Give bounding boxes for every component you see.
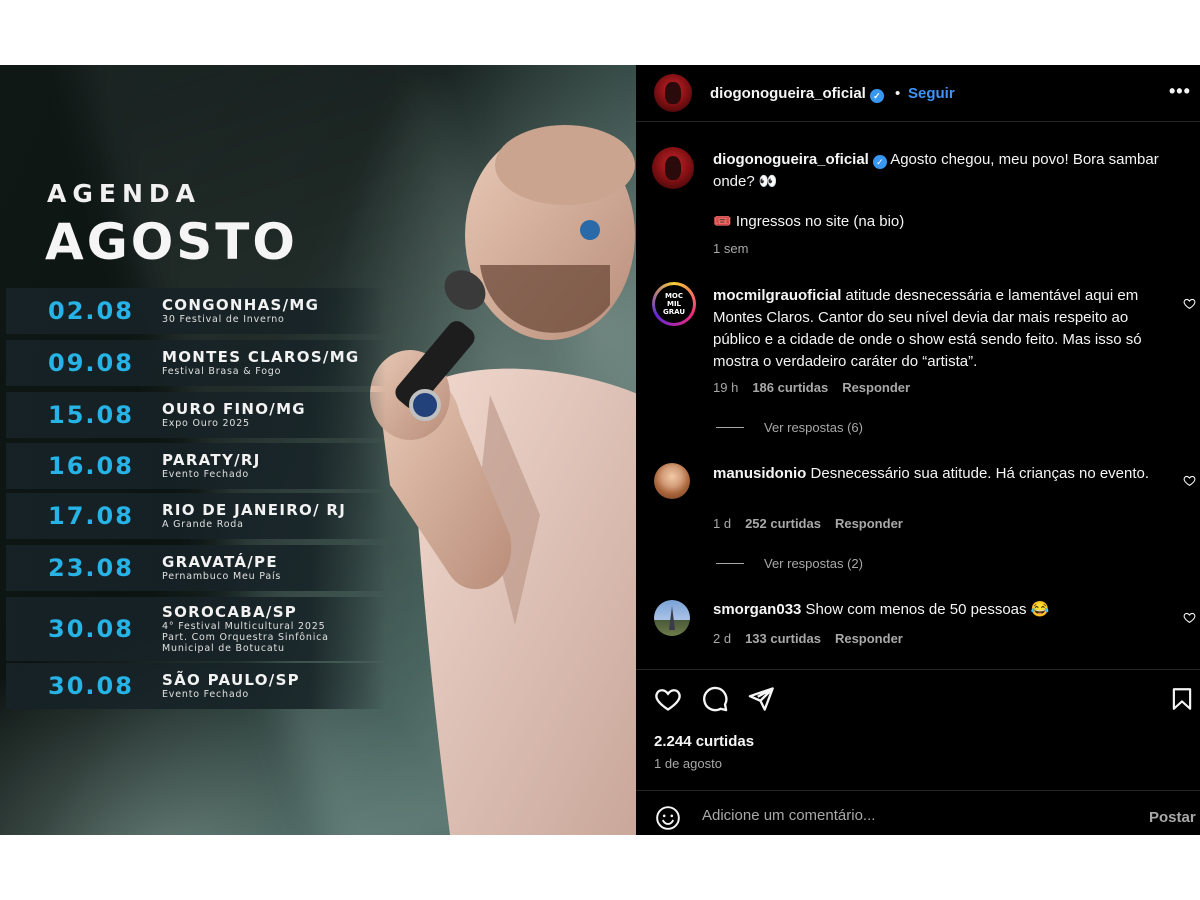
tour-date-row: 16.08 PARATY/RJ Evento Fechado	[6, 443, 386, 489]
tour-date-row: 09.08 MONTES CLAROS/MG Festival Brasa & …	[6, 340, 386, 386]
comment-reply-button[interactable]: Responder	[835, 516, 903, 531]
comment-meta: 2 d 133 curtidas Responder	[713, 631, 903, 646]
tour-city: CONGONHAS/MG	[162, 296, 320, 314]
post-details-panel: diogonogueira_oficial ✓ • Seguir ••• diog…	[636, 65, 1200, 835]
author-avatar[interactable]	[654, 74, 692, 112]
follow-button[interactable]: Seguir	[908, 85, 955, 102]
tour-date: 02.08	[48, 297, 134, 325]
comment-username[interactable]: smorgan033	[713, 601, 801, 618]
replies-line	[716, 563, 744, 564]
separator-dot: •	[895, 85, 901, 102]
comment-username[interactable]: manusidonio	[713, 465, 806, 482]
comment-like-heart-icon[interactable]	[1183, 297, 1196, 310]
tour-detail: Festival Brasa & Fogo	[162, 366, 282, 377]
tour-date-row: 02.08 CONGONHAS/MG 30 Festival de Invern…	[6, 288, 386, 334]
view-replies-button[interactable]: Ver respostas (6)	[716, 420, 863, 435]
verified-badge-icon: ✓	[869, 89, 884, 103]
tour-date: 30.08	[48, 615, 134, 643]
comment-text: manusidonio Desnecessário sua atitude. H…	[713, 463, 1175, 485]
replies-line	[716, 427, 744, 428]
tour-city: RIO DE JANEIRO/ RJ	[162, 501, 347, 519]
tour-city: OURO FINO/MG	[162, 400, 306, 418]
actions-divider	[636, 669, 1200, 670]
comment-likes[interactable]: 186 curtidas	[752, 380, 828, 395]
tour-date: 16.08	[48, 452, 134, 480]
tour-date: 30.08	[48, 672, 134, 700]
header-username-link[interactable]: diogonogueira_oficial ✓	[710, 85, 884, 103]
comment-like-heart-icon[interactable]	[1183, 611, 1196, 624]
caption-avatar[interactable]	[652, 147, 694, 189]
post-date[interactable]: 1 de agosto	[654, 756, 722, 771]
caption-line-tickets: 🎟️ Ingressos no site (na bio)	[713, 213, 905, 230]
tour-date: 23.08	[48, 554, 134, 582]
comment-reply-button[interactable]: Responder	[835, 631, 903, 646]
comment-avatar[interactable]	[654, 463, 690, 499]
caption-text: diogonogueira_oficial ✓ Agosto chegou, me…	[713, 149, 1163, 193]
comment-time[interactable]: 1 d	[713, 516, 731, 531]
comment-time[interactable]: 19 h	[713, 380, 738, 395]
comment-meta: 19 h 186 curtidas Responder	[713, 380, 910, 395]
comment-avatar[interactable]: MOC MIL GRAU	[652, 282, 696, 326]
tour-detail: Pernambuco Meu País	[162, 571, 282, 582]
caption-username[interactable]: diogonogueira_oficial	[713, 151, 869, 168]
view-replies-label[interactable]: Ver respostas (2)	[764, 556, 863, 571]
comment-body: Show com menos de 50 pessoas 😂	[805, 601, 1050, 618]
tour-city: SÃO PAULO/SP	[162, 671, 300, 689]
tour-detail: 4° Festival Multicultural 2025	[162, 621, 326, 632]
comment-bubble-icon[interactable]	[701, 685, 729, 713]
comment-body: Desnecessário sua atitude. Há crianças n…	[810, 465, 1150, 482]
tour-date: 17.08	[48, 502, 134, 530]
tour-date-row: 15.08 OURO FINO/MG Expo Ouro 2025	[6, 392, 386, 438]
tour-date-row: 17.08 RIO DE JANEIRO/ RJ A Grande Roda	[6, 493, 386, 539]
comment-time[interactable]: 2 d	[713, 631, 731, 646]
comment-text: smorgan033 Show com menos de 50 pessoas …	[713, 599, 1175, 621]
verified-badge-icon: ✓	[872, 155, 887, 169]
view-replies-label[interactable]: Ver respostas (6)	[764, 420, 863, 435]
comment-input[interactable]	[700, 806, 1124, 825]
tour-date-row: 30.08 SOROCABA/SP 4° Festival Multicultu…	[6, 597, 386, 661]
tour-date: 09.08	[48, 349, 134, 377]
comment-like-heart-icon[interactable]	[1183, 474, 1196, 487]
comment-likes[interactable]: 252 curtidas	[745, 516, 821, 531]
post-likes-count[interactable]: 2.244 curtidas	[654, 733, 754, 750]
tour-date: 15.08	[48, 401, 134, 429]
save-bookmark-icon[interactable]	[1169, 685, 1195, 713]
tour-detail: Municipal de Botucatu	[162, 643, 285, 654]
tour-date-row: 23.08 GRAVATÁ/PE Pernambuco Meu País	[6, 545, 386, 591]
tour-city: MONTES CLAROS/MG	[162, 348, 360, 366]
post-image[interactable]: AGENDA AGOSTO 02.08 CONGONHAS/MG 30 Fest…	[0, 65, 636, 835]
comment-username[interactable]: mocmilgrauoficial	[713, 287, 841, 304]
more-options-icon[interactable]: •••	[1169, 81, 1191, 102]
header-username[interactable]: diogonogueira_oficial	[710, 85, 866, 102]
comment-text: mocmilgrauoficial atitude desnecessária …	[713, 285, 1175, 373]
comment-meta: 1 d 252 curtidas Responder	[713, 516, 903, 531]
poster-title-month: AGOSTO	[45, 213, 298, 271]
tour-detail: Part. Com Orquestra Sinfônica	[162, 632, 329, 643]
comment-box-divider	[636, 790, 1200, 791]
comment-avatar-logo: MOC MIL GRAU	[662, 292, 686, 316]
tour-city: GRAVATÁ/PE	[162, 553, 278, 571]
tour-city: SOROCABA/SP	[162, 603, 298, 621]
post-comment-button[interactable]: Postar	[1149, 809, 1196, 826]
tour-detail: A Grande Roda	[162, 519, 244, 530]
tour-city: PARATY/RJ	[162, 451, 261, 469]
view-replies-button[interactable]: Ver respostas (2)	[716, 556, 863, 571]
tour-detail: Evento Fechado	[162, 689, 249, 700]
emoji-icon[interactable]	[655, 805, 681, 831]
tour-detail: Evento Fechado	[162, 469, 249, 480]
poster-title-agenda: AGENDA	[47, 179, 201, 208]
comment-likes[interactable]: 133 curtidas	[745, 631, 821, 646]
header-divider	[636, 121, 1200, 122]
tour-detail: Expo Ouro 2025	[162, 418, 250, 429]
tour-detail: 30 Festival de Inverno	[162, 314, 285, 325]
share-send-icon[interactable]	[747, 685, 775, 713]
add-comment-row: Postar	[636, 798, 1200, 835]
comment-reply-button[interactable]: Responder	[842, 380, 910, 395]
comment-avatar[interactable]	[654, 600, 690, 636]
like-heart-icon[interactable]	[654, 685, 682, 713]
caption-time[interactable]: 1 sem	[713, 241, 748, 256]
tour-date-row: 30.08 SÃO PAULO/SP Evento Fechado	[6, 663, 386, 709]
caption-meta: 1 sem	[713, 241, 748, 256]
